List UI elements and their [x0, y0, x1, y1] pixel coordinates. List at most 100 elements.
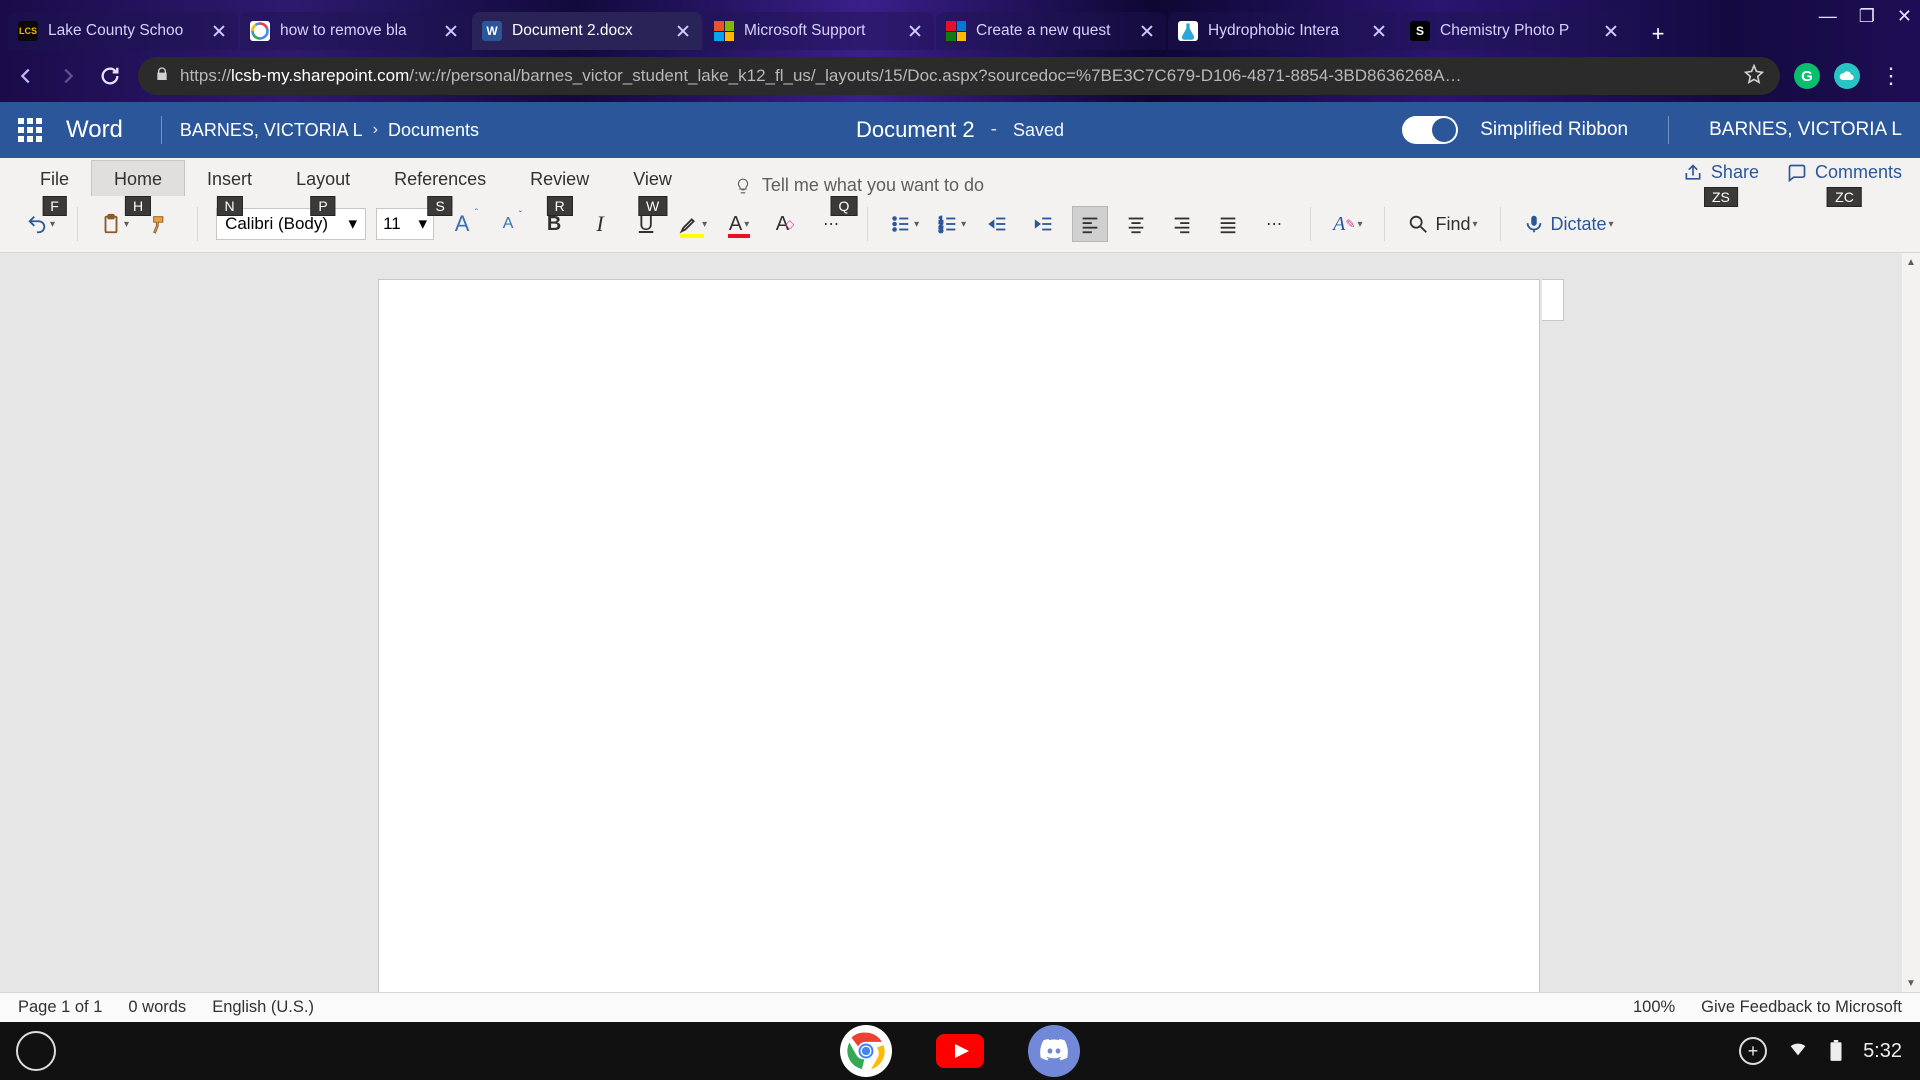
page-indicator[interactable]: Page 1 of 1 [18, 998, 102, 1017]
tab-view[interactable]: View W [611, 161, 694, 196]
underline-button[interactable]: U [628, 206, 664, 242]
save-status: Saved [1013, 120, 1064, 141]
tab-microsoft-support[interactable]: Microsoft Support [704, 12, 934, 50]
close-icon[interactable] [1138, 22, 1156, 40]
comments-button[interactable]: Comments ZC [1787, 162, 1902, 183]
grow-font-button[interactable]: Aˆ [444, 206, 480, 242]
more-paragraph-button[interactable]: ⋯ [1256, 206, 1292, 242]
share-button[interactable]: Share ZS [1683, 162, 1759, 183]
tab-lake-county[interactable]: LCS Lake County Schoo [8, 12, 238, 50]
close-icon[interactable] [1602, 22, 1620, 40]
close-icon[interactable] [1370, 22, 1388, 40]
clock[interactable]: 5:32 [1863, 1040, 1902, 1063]
back-button[interactable] [12, 62, 40, 90]
tab-review[interactable]: Review R [508, 161, 611, 196]
italic-button[interactable]: I [582, 206, 618, 242]
tab-title: Lake County Schoo [48, 22, 204, 40]
tab-references[interactable]: References S [372, 161, 508, 196]
align-right-button[interactable] [1164, 206, 1200, 242]
tab-home[interactable]: Home H [91, 160, 185, 196]
decrease-indent-button[interactable] [980, 206, 1016, 242]
tab-label: View [633, 169, 672, 189]
browser-menu-button[interactable]: ⋮ [1874, 63, 1908, 89]
document-page[interactable] [378, 279, 1540, 992]
svg-text:3: 3 [939, 225, 943, 234]
tab-layout[interactable]: Layout P [274, 161, 372, 196]
favicon-microsoft [714, 21, 734, 41]
account-name[interactable]: BARNES, VICTORIA L [1709, 119, 1902, 141]
close-icon[interactable] [210, 22, 228, 40]
tab-title: Create a new quest [976, 22, 1132, 40]
simplified-ribbon-toggle[interactable] [1402, 116, 1458, 144]
tab-insert[interactable]: Insert N [185, 161, 274, 196]
undo-button[interactable]: ▾ [22, 206, 59, 242]
clear-formatting-button[interactable]: A◇ [767, 206, 803, 242]
highlight-color-button[interactable]: ▾ [674, 206, 711, 242]
app-launcher-icon[interactable] [18, 118, 42, 142]
shrink-font-button[interactable]: Aˇ [490, 206, 526, 242]
tab-google-search[interactable]: how to remove bla [240, 12, 470, 50]
find-button[interactable]: Find▾ [1403, 206, 1481, 242]
feedback-link[interactable]: Give Feedback to Microsoft [1701, 998, 1902, 1017]
close-icon[interactable] [442, 22, 460, 40]
breadcrumb-location[interactable]: Documents [388, 120, 479, 141]
scroll-up-icon[interactable]: ▲ [1902, 253, 1920, 271]
chevron-right-icon: › [373, 121, 378, 139]
tab-file[interactable]: File F [18, 161, 91, 196]
maximize-icon[interactable]: ❐ [1859, 6, 1875, 27]
document-title[interactable]: Document 2 [856, 117, 975, 143]
language-indicator[interactable]: English (U.S.) [212, 998, 314, 1017]
extension-grammarly-icon[interactable]: G [1794, 63, 1820, 89]
tab-label: References [394, 169, 486, 189]
tab-hydrophobic[interactable]: Hydrophobic Intera [1168, 12, 1398, 50]
more-font-button[interactable]: ⋯ [813, 206, 849, 242]
reload-button[interactable] [96, 62, 124, 90]
breadcrumb-user[interactable]: BARNES, VICTORIA L [180, 120, 363, 141]
bullets-button[interactable]: ▾ [886, 206, 923, 242]
taskbar-chrome-icon[interactable] [840, 1025, 892, 1077]
dictate-button[interactable]: Dictate▾ [1519, 206, 1618, 242]
taskbar-youtube-icon[interactable] [934, 1025, 986, 1077]
bookmark-icon[interactable] [1744, 64, 1764, 89]
scroll-down-icon[interactable]: ▼ [1902, 974, 1920, 992]
ribbon-toolbar: ▾ ▾ Calibri (Body) ▾ 11▾ Aˆ Aˇ B I [0, 196, 1920, 252]
os-taskbar: + 5:32 [0, 1022, 1920, 1080]
tab-create-question[interactable]: Create a new quest [936, 12, 1166, 50]
tell-me-search[interactable]: Tell me what you want to do Q [734, 175, 984, 196]
align-center-button[interactable] [1118, 206, 1154, 242]
close-window-icon[interactable]: ✕ [1897, 6, 1912, 27]
tab-chemistry-photo[interactable]: S Chemistry Photo P [1400, 12, 1630, 50]
bold-button[interactable]: B [536, 206, 572, 242]
numbering-button[interactable]: 123▾ [933, 206, 970, 242]
format-painter-button[interactable] [143, 206, 179, 242]
paste-button[interactable]: ▾ [96, 206, 133, 242]
align-left-button[interactable] [1072, 206, 1108, 242]
styles-button[interactable]: A✎▾ [1329, 206, 1366, 242]
close-icon[interactable] [674, 22, 692, 40]
extension-cloud-icon[interactable] [1834, 63, 1860, 89]
forward-button[interactable] [54, 62, 82, 90]
window-controls: — ❐ ✕ [1819, 6, 1912, 27]
tab-document-2[interactable]: W Document 2.docx [472, 12, 702, 50]
font-name-value: Calibri (Body) [225, 214, 328, 234]
address-bar[interactable]: https://lcsb-my.sharepoint.com/:w:/r/per… [138, 57, 1780, 95]
os-launcher-button[interactable] [16, 1031, 56, 1071]
taskbar-discord-icon[interactable] [1028, 1025, 1080, 1077]
battery-icon[interactable] [1829, 1040, 1843, 1062]
font-color-button[interactable]: A▾ [721, 206, 757, 242]
minimize-icon[interactable]: — [1819, 6, 1837, 27]
wifi-icon[interactable] [1787, 1037, 1809, 1065]
word-logo[interactable]: Word [66, 116, 123, 144]
notifications-button[interactable]: + [1739, 1037, 1767, 1065]
url-text: https://lcsb-my.sharepoint.com/:w:/r/per… [180, 66, 1734, 86]
align-justify-button[interactable] [1210, 206, 1246, 242]
close-icon[interactable] [906, 22, 924, 40]
vertical-scrollbar[interactable]: ▲ ▼ [1902, 253, 1920, 992]
new-tab-button[interactable]: + [1642, 18, 1674, 50]
word-count[interactable]: 0 words [128, 998, 186, 1017]
font-size-select[interactable]: 11▾ [376, 208, 434, 240]
tab-label: File [40, 169, 69, 189]
increase-indent-button[interactable] [1026, 206, 1062, 242]
zoom-level[interactable]: 100% [1633, 998, 1675, 1017]
page-side-handle [1542, 279, 1564, 321]
